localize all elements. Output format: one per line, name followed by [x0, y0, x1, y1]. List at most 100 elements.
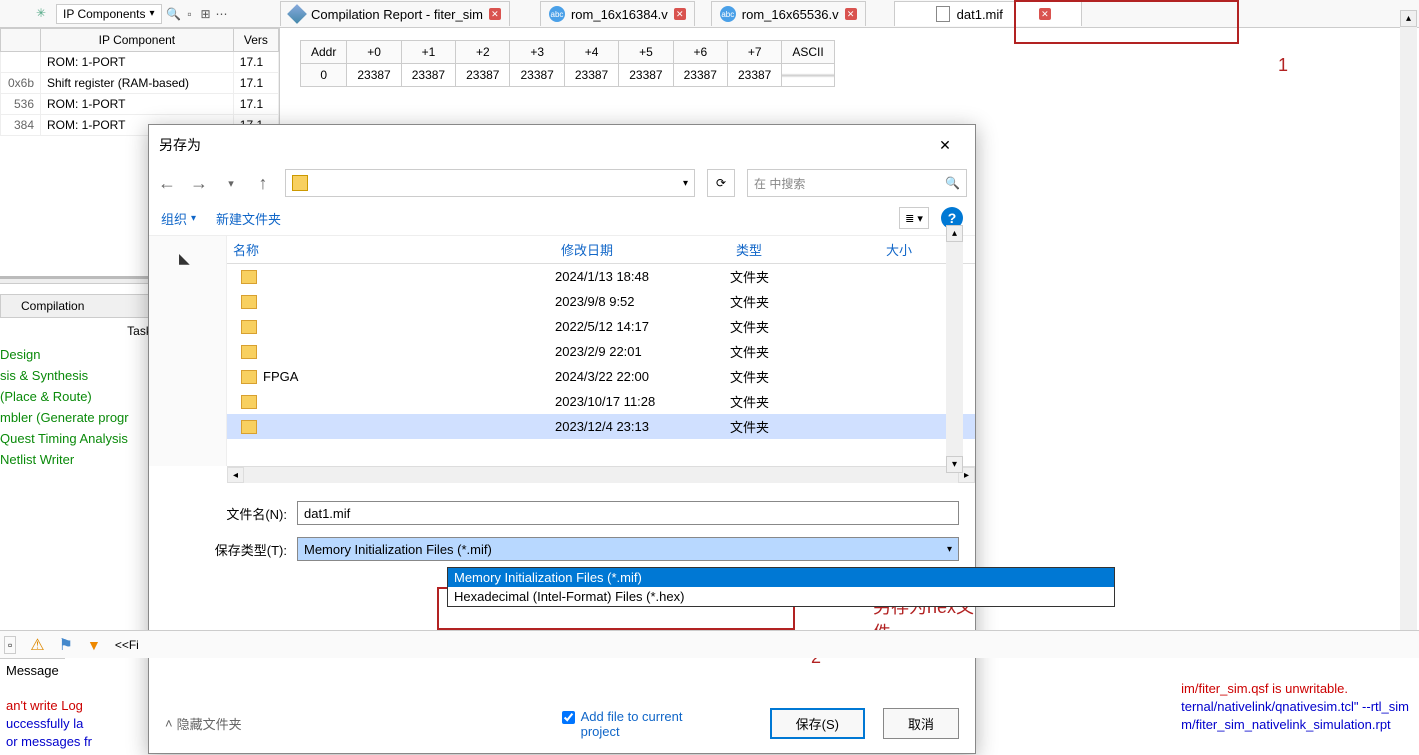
msg-line: an't write Log [6, 698, 83, 713]
file-list-row[interactable]: 2023/10/17 11:28文件夹 [227, 389, 975, 414]
ip-table-row[interactable]: ROM: 1-PORT17.1 [1, 52, 279, 73]
search-placeholder: 在 中搜索 [754, 175, 805, 192]
chevron-down-icon[interactable]: ▾ [683, 178, 688, 189]
nav-back-button[interactable]: ← [157, 173, 177, 194]
file-date: 2023/2/9 22:01 [555, 344, 730, 359]
hex-row-header: 0 [301, 64, 347, 87]
tab-compilation-report[interactable]: Compilation Report - fiter_sim ✕ [280, 1, 510, 26]
close-icon[interactable]: ✕ [489, 8, 501, 20]
hex-cell[interactable]: 23387 [727, 64, 781, 87]
tab-rom16x16384[interactable]: abc rom_16x16384.v ✕ [540, 1, 695, 26]
hex-col-header: +0 [347, 41, 401, 64]
filetype-combo[interactable]: Memory Initialization Files (*.mif) ▾ [297, 537, 959, 561]
view-mode-button[interactable]: ≣ ▾ [899, 207, 929, 229]
hex-cell[interactable] [782, 64, 834, 87]
search-box[interactable]: 在 中搜索 🔍 [747, 169, 967, 197]
ip-components-label: IP Components [63, 7, 146, 21]
hex-cell[interactable]: 23387 [456, 64, 510, 87]
hex-cell[interactable]: 23387 [619, 64, 673, 87]
gear-icon: ✳ [36, 6, 52, 22]
col-header-version[interactable]: Vers [233, 29, 278, 52]
folder-tree[interactable]: ◣ [149, 236, 227, 466]
mif-icon [935, 6, 951, 22]
horizontal-scrollbar[interactable]: ◂ ▸ [227, 466, 975, 483]
hex-cell[interactable]: 23387 [510, 64, 564, 87]
file-type: 文件夹 [730, 317, 880, 336]
file-list-row[interactable]: 2023/12/4 23:13文件夹 [227, 414, 975, 439]
hex-col-header: Addr [301, 41, 347, 64]
msg-line: ternal/nativelink/qnativesim.tcl" --rtl_… [1181, 699, 1409, 714]
hex-col-header: +4 [564, 41, 618, 64]
expand-icon[interactable]: ▫ [4, 636, 16, 654]
file-list-row[interactable]: 2023/2/9 22:01文件夹 [227, 339, 975, 364]
refresh-button[interactable]: ⟳ [707, 169, 735, 197]
scroll-up-arrow[interactable]: ▴ [946, 236, 963, 242]
filetype-option-hex[interactable]: Hexadecimal (Intel-Format) Files (*.hex) [448, 587, 1114, 606]
scroll-left-arrow[interactable]: ◂ [227, 467, 244, 483]
annotation-box-1 [1014, 0, 1239, 44]
tool-icon-2[interactable]: ⊞ [198, 6, 214, 22]
file-list-row[interactable]: 2023/9/8 9:52文件夹 [227, 289, 975, 314]
folder-icon [241, 345, 257, 359]
address-bar[interactable]: ▾ [285, 169, 695, 197]
file-type: 文件夹 [730, 342, 880, 361]
close-icon[interactable]: ✕ [845, 8, 857, 20]
tab-rom16x65536[interactable]: abc rom_16x65536.v ✕ [711, 1, 866, 26]
flag-icon[interactable]: ⚑ [59, 635, 73, 655]
hex-cell[interactable]: 23387 [564, 64, 618, 87]
file-list-row[interactable]: 2024/1/13 18:48文件夹 [227, 264, 975, 289]
search-icon[interactable]: 🔍 [166, 6, 182, 22]
hex-col-header: +3 [510, 41, 564, 64]
tree-collapse-icon[interactable]: ◣ [179, 250, 190, 267]
filetype-option-mif[interactable]: Memory Initialization Files (*.mif) [448, 568, 1114, 587]
hex-cell[interactable]: 23387 [347, 64, 401, 87]
tool-icon-3[interactable]: ⋯ [214, 6, 230, 22]
file-date: 2022/5/12 14:17 [555, 319, 730, 334]
nav-forward-button[interactable]: → [189, 173, 209, 194]
col-header-name[interactable]: IP Component [41, 29, 234, 52]
dialog-title: 另存为 [159, 135, 201, 155]
close-icon[interactable]: ✕ [674, 8, 686, 20]
report-icon [289, 6, 305, 22]
ip-table-row[interactable]: 536ROM: 1-PORT17.1 [1, 94, 279, 115]
col-header-type[interactable]: 类型 [730, 236, 880, 263]
editor-tab-strip: Compilation Report - fiter_sim ✕ abc rom… [280, 1, 1419, 26]
new-folder-button[interactable]: 新建文件夹 [216, 209, 281, 228]
scroll-up-arrow[interactable]: ▴ [1400, 10, 1417, 27]
hex-cell[interactable]: 23387 [673, 64, 727, 87]
msg-line: uccessfully la [6, 716, 83, 731]
folder-icon [241, 395, 257, 409]
list-vertical-scrollbar[interactable]: ▴ ▾ [946, 236, 963, 466]
folder-icon [241, 420, 257, 434]
hex-cell[interactable]: 23387 [401, 64, 455, 87]
save-as-dialog: 另存为 ✕ ← → ▾ ↑ ▾ ⟳ 在 中搜索 🔍 组织 ▾ 新建文件夹 ≣ ▾… [148, 124, 976, 754]
filetype-value: Memory Initialization Files (*.mif) [304, 542, 492, 557]
hex-col-header: +6 [673, 41, 727, 64]
filename-input[interactable] [297, 501, 959, 525]
file-list-row[interactable]: FPGA2024/3/22 22:00文件夹 [227, 364, 975, 389]
verilog-icon: abc [720, 6, 736, 22]
file-date: 2023/9/8 9:52 [555, 294, 730, 309]
nav-up-button[interactable]: ↑ [253, 173, 273, 194]
organize-menu[interactable]: 组织 ▾ [161, 209, 196, 228]
vertical-scrollbar[interactable]: ▴ [1400, 10, 1417, 635]
ip-components-dropdown[interactable]: IP Components ▾ [56, 4, 162, 24]
scroll-down-arrow[interactable]: ▾ [946, 456, 963, 466]
tab-label: rom_16x16384.v [571, 7, 668, 22]
warning-icon[interactable]: ⚠ [30, 635, 44, 655]
file-type: 文件夹 [730, 417, 880, 436]
filename-label: 文件名(N): [165, 504, 287, 523]
chevron-down-icon[interactable]: ▾ [221, 177, 241, 190]
col-header-name[interactable]: 名称 [227, 236, 555, 263]
funnel-icon[interactable]: ▼ [87, 637, 101, 653]
dialog-close-button[interactable]: ✕ [925, 131, 965, 159]
ip-table-row[interactable]: 0x6bShift register (RAM-based)17.1 [1, 73, 279, 94]
col-header-date[interactable]: 修改日期 [555, 236, 730, 263]
verilog-icon: abc [549, 6, 565, 22]
filter-label: <<Fi [115, 638, 139, 652]
filetype-dropdown-list: Memory Initialization Files (*.mif) Hexa… [447, 567, 1115, 607]
message-toolbar: ▫ ⚠ ⚑ ▼ <<Fi [0, 630, 1419, 658]
tool-icon-1[interactable]: ▫ [182, 6, 198, 22]
folder-icon [292, 175, 308, 191]
file-list-row[interactable]: 2022/5/12 14:17文件夹 [227, 314, 975, 339]
